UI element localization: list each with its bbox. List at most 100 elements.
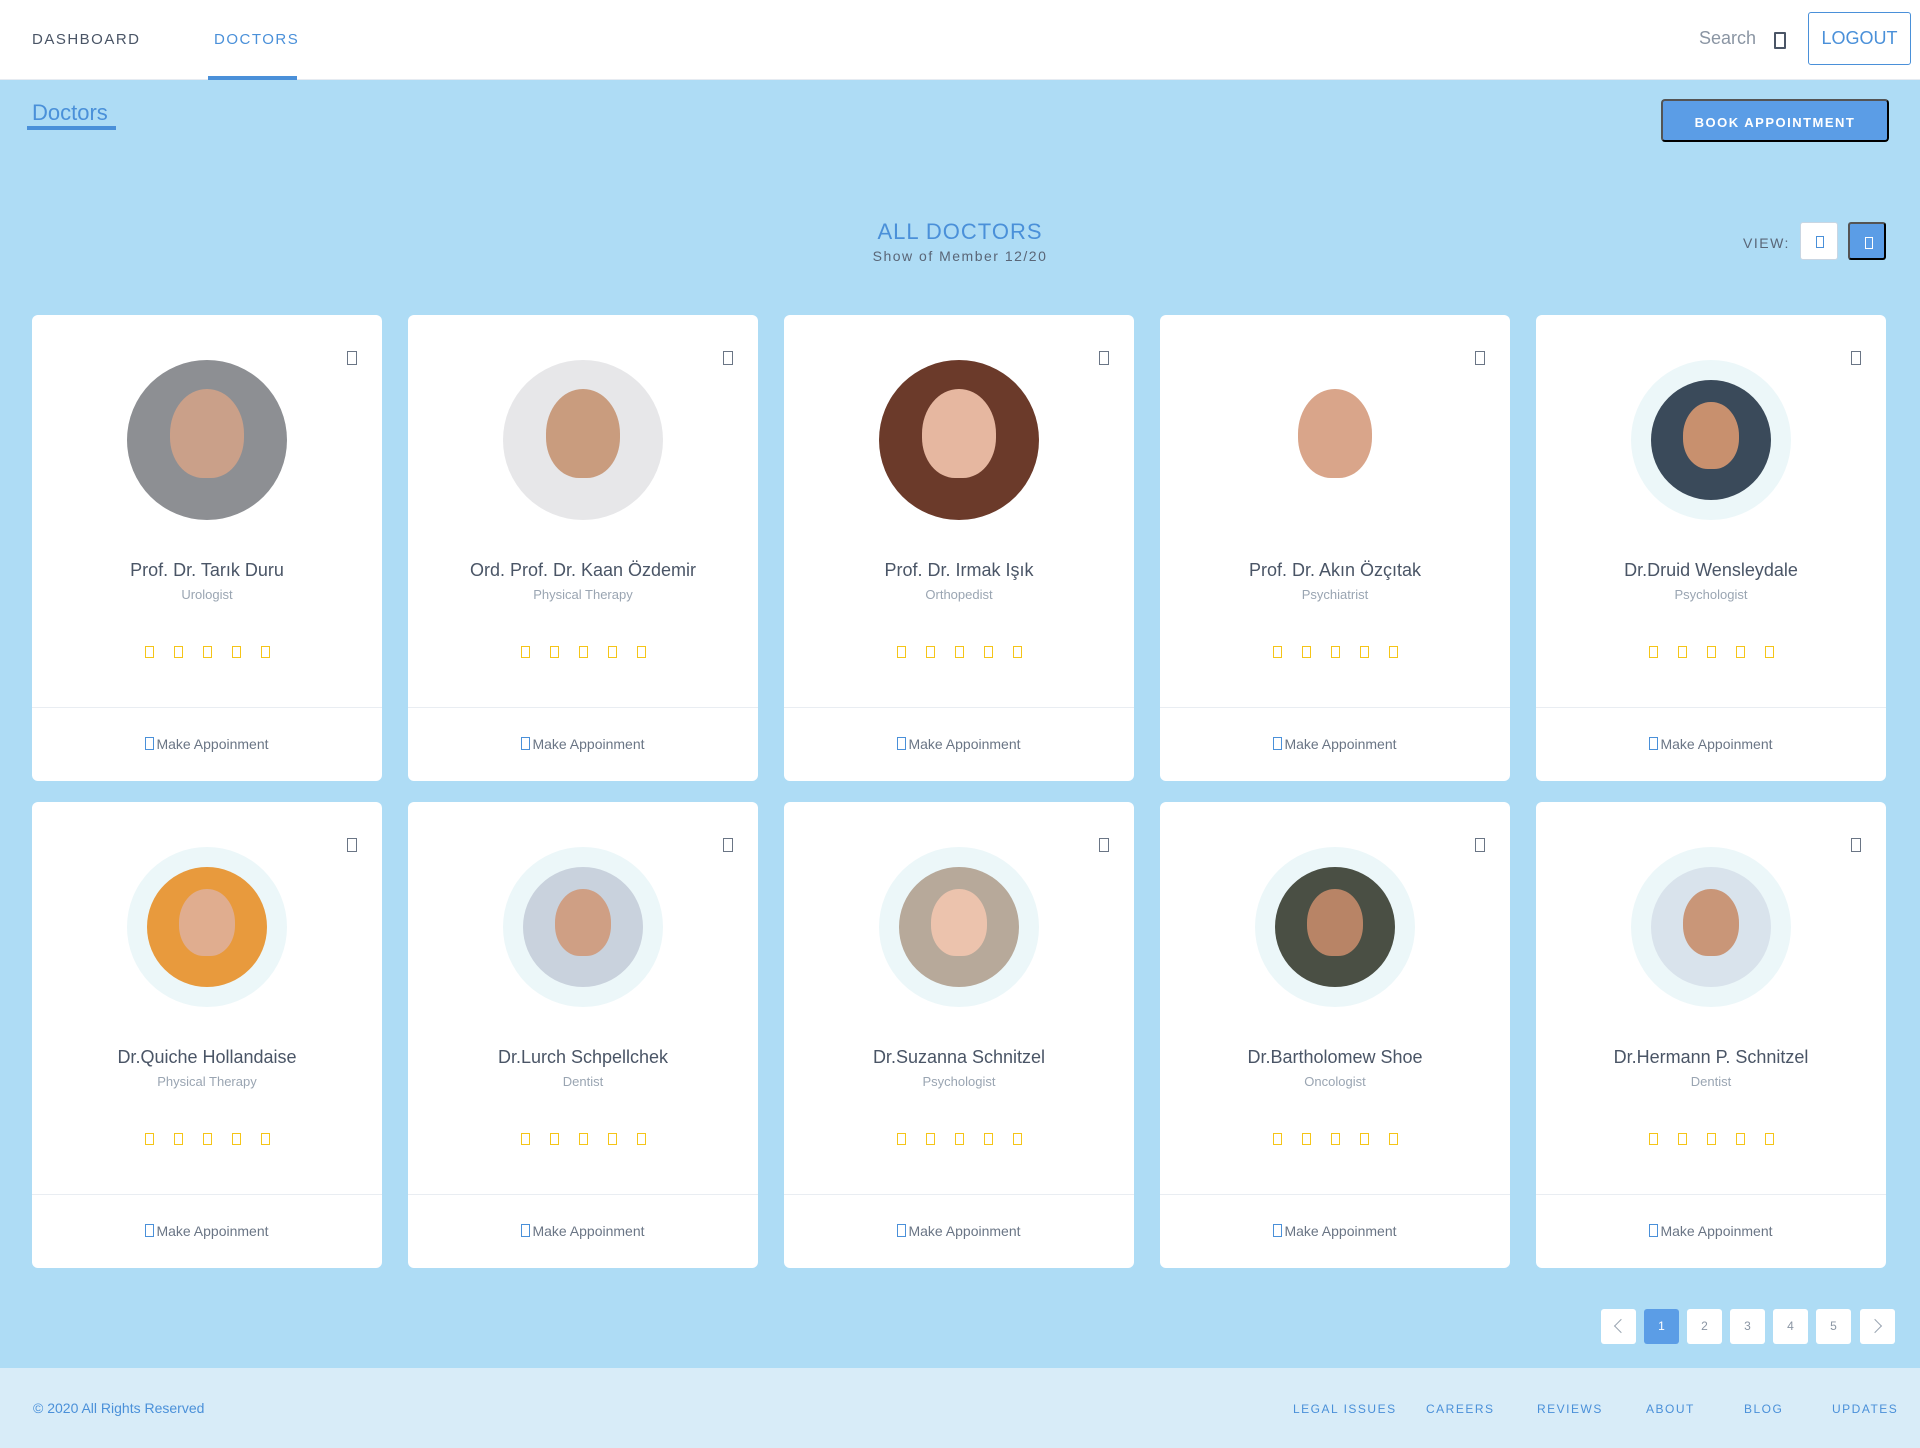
make-appointment-link[interactable]: Make Appoinment [408,1223,758,1239]
calendar-icon [145,1224,155,1237]
star-icon [1764,1133,1774,1145]
doctor-card[interactable]: Prof. Dr. Irmak Işık Orthopedist Make Appo… [784,315,1134,781]
calendar-icon [145,737,155,750]
star-icon [1648,1133,1658,1145]
rating-stars [408,645,758,659]
doctor-name[interactable]: Dr.Quiche Hollandaise [32,1047,382,1068]
doctor-card[interactable]: Ord. Prof. Dr. Kaan Özdemir Physical Ther… [408,315,758,781]
avatar [1255,360,1415,520]
heart-icon[interactable] [347,351,357,365]
star-icon [549,646,559,658]
breadcrumb[interactable]: Doctors [32,100,108,126]
make-appointment-link[interactable]: Make Appoinment [1536,736,1886,752]
page-3-button[interactable]: 3 [1730,1309,1765,1344]
page-1-button[interactable]: 1 [1644,1309,1679,1344]
make-appointment-label: Make Appoinment [1660,736,1773,752]
avatar [899,867,1019,987]
star-icon [607,646,617,658]
avatar [503,360,663,520]
doctor-card[interactable]: Prof. Dr. Akın Özçıtak Psychiatrist Make A… [1160,315,1510,781]
star-icon [202,646,212,658]
view-label: VIEW: [1743,235,1790,251]
make-appointment-link[interactable]: Make Appoinment [1160,736,1510,752]
star-icon [1677,1133,1687,1145]
star-icon [1677,646,1687,658]
pagination-next[interactable] [1860,1309,1895,1344]
make-appointment-label: Make Appoinment [532,736,645,752]
heart-icon[interactable] [1099,351,1109,365]
avatar [1651,380,1771,500]
heart-icon[interactable] [1851,351,1861,365]
doctor-card[interactable]: Dr.Hermann P. Schnitzel Dentist Make Appoi… [1536,802,1886,1268]
nav-doctors[interactable]: DOCTORS [214,0,299,80]
footer-link-legal[interactable]: LEGAL ISSUES [1293,1402,1397,1416]
logout-button[interactable]: LOGOUT [1808,12,1911,65]
doctor-name[interactable]: Ord. Prof. Dr. Kaan Özdemir [408,560,758,581]
search-icon[interactable] [1774,32,1786,49]
doctor-card[interactable]: Dr.Suzanna Schnitzel Psychologist Make App… [784,802,1134,1268]
footer-link-updates[interactable]: UPDATES [1832,1402,1898,1416]
doctor-card[interactable]: Dr.Lurch Schpellchek Dentist Make Appoinme… [408,802,758,1268]
avatar-face [1683,888,1739,956]
make-appointment-link[interactable]: Make Appoinment [784,1223,1134,1239]
page-4-button[interactable]: 4 [1773,1309,1808,1344]
footer-link-reviews[interactable]: REVIEWS [1537,1402,1603,1416]
footer-link-blog[interactable]: BLOG [1744,1402,1783,1416]
star-icon [202,1133,212,1145]
doctor-name[interactable]: Dr.Bartholomew Shoe [1160,1047,1510,1068]
doctor-card[interactable]: Dr.Druid Wensleydale Psychologist Make App… [1536,315,1886,781]
heart-icon[interactable] [723,838,733,852]
page-5-button[interactable]: 5 [1816,1309,1851,1344]
doctor-card[interactable]: Dr.Quiche Hollandaise Physical Therapy Mak… [32,802,382,1268]
doctor-name[interactable]: Dr.Hermann P. Schnitzel [1536,1047,1886,1068]
star-icon [1388,646,1398,658]
doctor-name[interactable]: Dr.Suzanna Schnitzel [784,1047,1134,1068]
grid-view-button[interactable] [1848,222,1886,260]
heart-icon[interactable] [1475,838,1485,852]
doctor-name[interactable]: Dr.Lurch Schpellchek [408,1047,758,1068]
nav-dashboard[interactable]: DASHBOARD [32,0,141,80]
avatar-face [179,888,235,956]
list-view-button[interactable] [1800,222,1838,260]
star-icon [173,646,183,658]
star-icon [1012,1133,1022,1145]
footer-link-careers[interactable]: CAREERS [1426,1402,1495,1416]
star-icon [1301,646,1311,658]
make-appointment-link[interactable]: Make Appoinment [408,736,758,752]
doctor-card[interactable]: Dr.Bartholomew Shoe Oncologist Make Appoin… [1160,802,1510,1268]
calendar-icon [1273,737,1283,750]
doctor-name[interactable]: Dr.Druid Wensleydale [1536,560,1886,581]
doctor-name[interactable]: Prof. Dr. Tarık Duru [32,560,382,581]
avatar [127,360,287,520]
doctor-name[interactable]: Prof. Dr. Irmak Işık [784,560,1134,581]
top-nav: DASHBOARD DOCTORS Search LOGOUT [0,0,1920,80]
make-appointment-link[interactable]: Make Appoinment [32,1223,382,1239]
star-icon [144,1133,154,1145]
footer-link-about[interactable]: ABOUT [1646,1402,1695,1416]
heart-icon[interactable] [723,351,733,365]
make-appointment-label: Make Appoinment [156,736,269,752]
rating-stars [1536,1132,1886,1146]
heart-icon[interactable] [1851,838,1861,852]
pagination-prev[interactable] [1601,1309,1636,1344]
book-appointment-button[interactable]: BOOK APPOINTMENT [1661,99,1889,142]
heart-icon[interactable] [1475,351,1485,365]
star-icon [1012,646,1022,658]
search-label[interactable]: Search [1699,28,1756,49]
star-icon [231,646,241,658]
heart-icon[interactable] [1099,838,1109,852]
make-appointment-link[interactable]: Make Appoinment [1536,1223,1886,1239]
chevron-right-icon [1867,1318,1883,1334]
main-content: Doctors BOOK APPOINTMENT ALL DOCTORS Sho… [0,80,1920,1368]
heart-icon[interactable] [347,838,357,852]
page-2-button[interactable]: 2 [1687,1309,1722,1344]
make-appointment-label: Make Appoinment [1284,1223,1397,1239]
list-view-icon [1816,236,1824,248]
doctor-name[interactable]: Prof. Dr. Akın Özçıtak [1160,560,1510,581]
make-appointment-link[interactable]: Make Appoinment [32,736,382,752]
doctor-card[interactable]: Prof. Dr. Tarık Duru Urologist Make Appoin… [32,315,382,781]
make-appointment-link[interactable]: Make Appoinment [1160,1223,1510,1239]
card-divider [784,707,1134,708]
doctor-specialty: Oncologist [1304,1074,1366,1089]
make-appointment-link[interactable]: Make Appoinment [784,736,1134,752]
